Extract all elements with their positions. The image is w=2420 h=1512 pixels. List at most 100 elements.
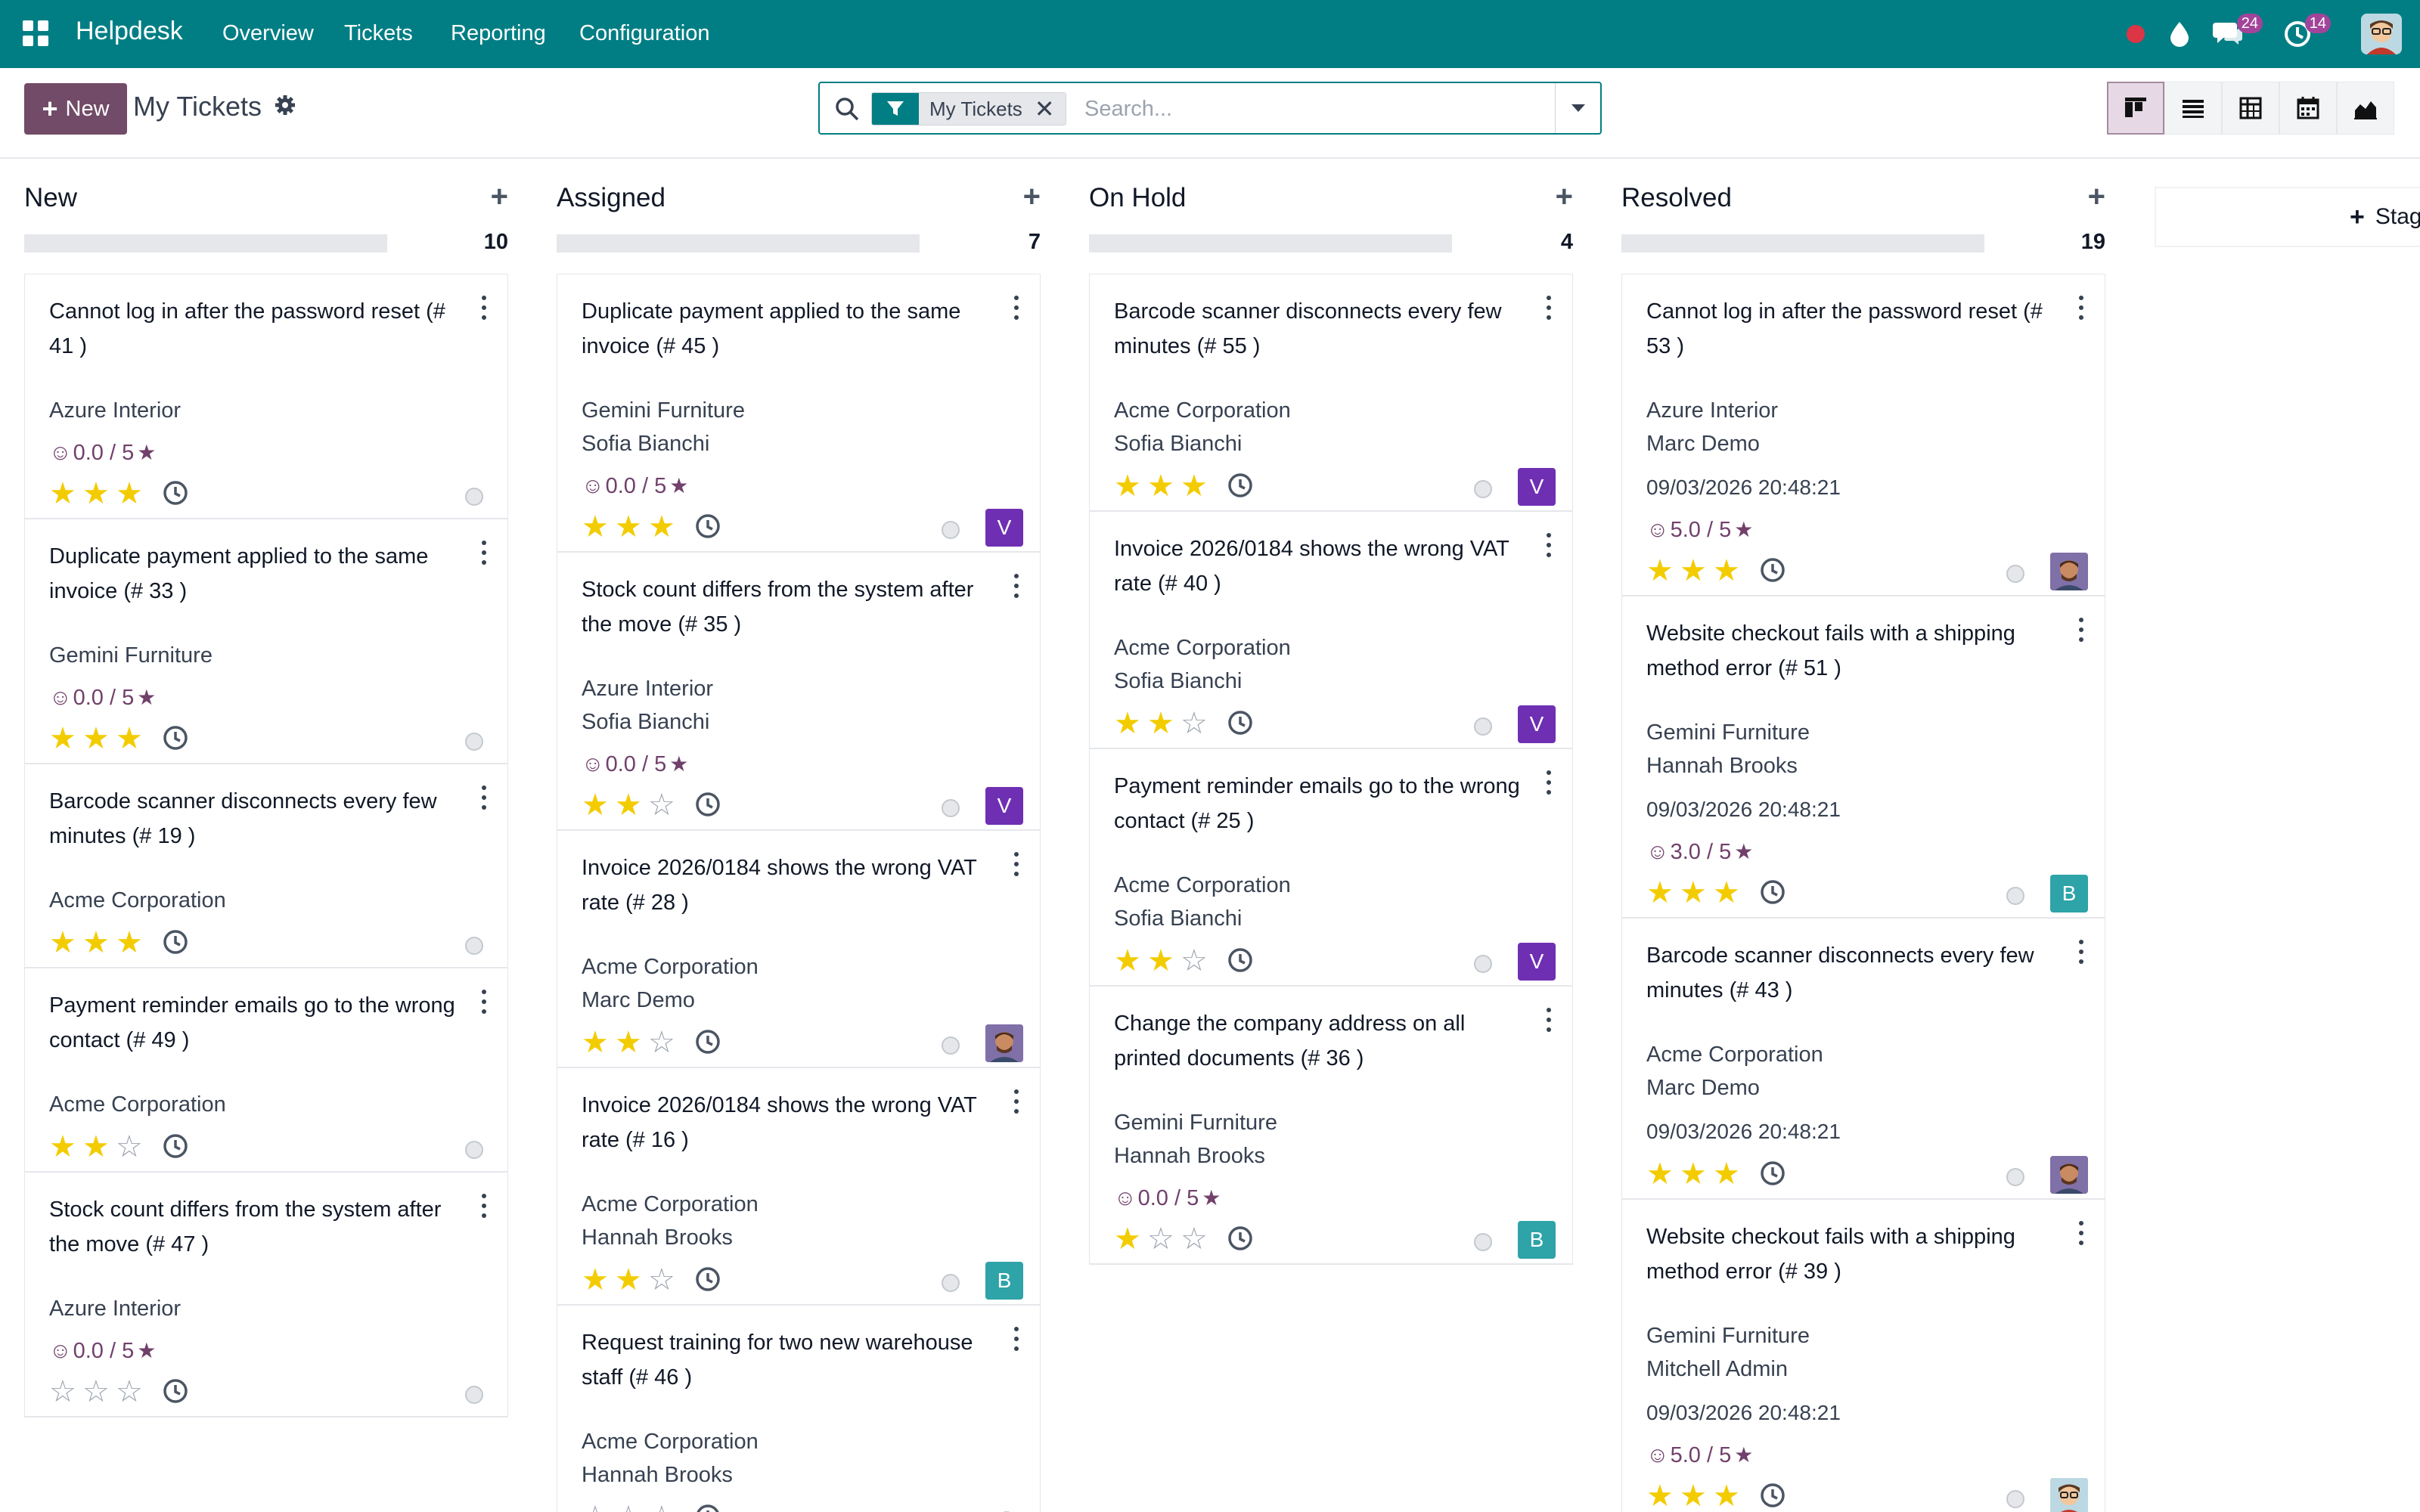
menu-overview[interactable]: Overview xyxy=(222,21,314,46)
priority-star-icon[interactable]: ★ xyxy=(1114,469,1144,503)
card-menu-icon[interactable] xyxy=(2079,940,2086,964)
card-menu-icon[interactable] xyxy=(1547,533,1554,557)
priority-star-icon[interactable]: ☆ xyxy=(1181,707,1211,740)
ticket-card[interactable]: Barcode scanner disconnects every few mi… xyxy=(1622,919,2105,1200)
quick-create-plus-icon[interactable]: + xyxy=(1023,180,1041,214)
column-progress-bar[interactable] xyxy=(1621,234,1984,253)
assignee-avatar[interactable]: B xyxy=(985,1262,1023,1300)
search-input[interactable] xyxy=(1084,92,1568,125)
priority-star-icon[interactable]: ★ xyxy=(1680,876,1710,909)
ticket-card[interactable]: Stock count differs from the system afte… xyxy=(25,1173,507,1418)
priority-star-icon[interactable]: ☆ xyxy=(116,1375,146,1408)
kanban-state-dot[interactable] xyxy=(1474,480,1492,498)
activity-clock-icon[interactable] xyxy=(693,1027,722,1056)
priority-star-icon[interactable]: ★ xyxy=(1680,1157,1710,1191)
assignee-avatar[interactable]: V xyxy=(1518,943,1556,981)
kanban-state-dot[interactable] xyxy=(465,733,483,751)
card-menu-icon[interactable] xyxy=(482,785,489,810)
priority-star-icon[interactable]: ★ xyxy=(615,1263,645,1297)
add-stage-button[interactable]: + Stag xyxy=(2155,187,2420,246)
priority-star-icon[interactable]: ★ xyxy=(49,926,79,959)
list-view-button[interactable] xyxy=(2164,82,2222,135)
card-menu-icon[interactable] xyxy=(1014,1089,1022,1114)
ticket-card[interactable]: Cannot log in after the password reset (… xyxy=(1622,274,2105,596)
priority-star-icon[interactable]: ★ xyxy=(1713,1479,1743,1512)
assignee-avatar[interactable] xyxy=(2050,1156,2088,1194)
activities-button[interactable]: 14 xyxy=(2281,14,2331,51)
activity-clock-icon[interactable] xyxy=(161,479,190,507)
ticket-card[interactable]: Invoice 2026/0184 shows the wrong VAT ra… xyxy=(1090,512,1572,749)
assignee-avatar[interactable]: V xyxy=(985,787,1023,825)
card-menu-icon[interactable] xyxy=(1014,296,1022,320)
ticket-card[interactable]: Cannot log in after the password reset (… xyxy=(25,274,507,519)
card-menu-icon[interactable] xyxy=(1014,852,1022,876)
priority-star-icon[interactable]: ★ xyxy=(82,1130,113,1163)
card-menu-icon[interactable] xyxy=(2079,1221,2086,1245)
column-progress-bar[interactable] xyxy=(24,234,387,253)
assignee-avatar[interactable] xyxy=(985,1024,1023,1062)
priority-star-icon[interactable]: ★ xyxy=(1646,1479,1677,1512)
activity-clock-icon[interactable] xyxy=(1226,471,1255,500)
activity-clock-icon[interactable] xyxy=(161,1377,190,1405)
priority-star-icon[interactable]: ★ xyxy=(1147,944,1177,978)
priority-star-icon[interactable]: ☆ xyxy=(648,1263,678,1297)
priority-star-icon[interactable]: ★ xyxy=(49,722,79,755)
close-icon[interactable]: ✕ xyxy=(1031,93,1066,125)
activity-clock-icon[interactable] xyxy=(161,928,190,956)
priority-star-icon[interactable]: ★ xyxy=(82,926,113,959)
card-menu-icon[interactable] xyxy=(2079,618,2086,642)
priority-star-icon[interactable]: ☆ xyxy=(1181,944,1211,978)
priority-star-icon[interactable]: ★ xyxy=(49,1130,79,1163)
assignee-avatar[interactable]: V xyxy=(1518,705,1556,743)
kanban-state-dot[interactable] xyxy=(942,521,960,539)
priority-star-icon[interactable]: ★ xyxy=(1680,1479,1710,1512)
priority-star-icon[interactable]: ★ xyxy=(582,510,612,544)
kanban-state-dot[interactable] xyxy=(942,799,960,817)
assignee-avatar[interactable]: V xyxy=(985,509,1023,547)
priority-star-icon[interactable]: ★ xyxy=(582,789,612,822)
assignee-avatar[interactable] xyxy=(2050,553,2088,590)
activity-clock-icon[interactable] xyxy=(1226,708,1255,737)
priority-star-icon[interactable]: ☆ xyxy=(582,1501,612,1512)
search-options-toggle[interactable] xyxy=(1555,83,1600,133)
ticket-card[interactable]: Barcode scanner disconnects every few mi… xyxy=(1090,274,1572,512)
kanban-state-dot[interactable] xyxy=(465,1386,483,1404)
ticket-card[interactable]: Change the company address on all printe… xyxy=(1090,987,1572,1265)
priority-star-icon[interactable]: ★ xyxy=(582,1263,612,1297)
kanban-state-dot[interactable] xyxy=(2006,1168,2024,1186)
menu-reporting[interactable]: Reporting xyxy=(451,21,546,46)
kanban-state-dot[interactable] xyxy=(1474,717,1492,736)
card-menu-icon[interactable] xyxy=(1014,1327,1022,1351)
priority-star-icon[interactable]: ☆ xyxy=(116,1130,146,1163)
kanban-state-dot[interactable] xyxy=(2006,565,2024,583)
kanban-view-button[interactable] xyxy=(2107,82,2164,135)
priority-star-icon[interactable]: ★ xyxy=(615,789,645,822)
priority-star-icon[interactable]: ★ xyxy=(1114,1222,1144,1256)
ticket-card[interactable]: Invoice 2026/0184 shows the wrong VAT ra… xyxy=(557,831,1040,1068)
recording-indicator[interactable] xyxy=(2121,17,2151,51)
activity-clock-icon[interactable] xyxy=(1758,878,1787,906)
priority-star-icon[interactable]: ★ xyxy=(1114,944,1144,978)
ticket-card[interactable]: Request training for two new warehouse s… xyxy=(557,1306,1040,1512)
activity-clock-icon[interactable] xyxy=(693,1265,722,1294)
kanban-state-dot[interactable] xyxy=(2006,887,2024,905)
card-menu-icon[interactable] xyxy=(1547,770,1554,795)
priority-star-icon[interactable]: ★ xyxy=(615,1026,645,1059)
priority-star-icon[interactable]: ☆ xyxy=(1147,1222,1177,1256)
ticket-card[interactable]: Website checkout fails with a shipping m… xyxy=(1622,1200,2105,1512)
ticket-card[interactable]: Invoice 2026/0184 shows the wrong VAT ra… xyxy=(557,1068,1040,1306)
kanban-state-dot[interactable] xyxy=(465,937,483,955)
priority-star-icon[interactable]: ☆ xyxy=(648,1501,678,1512)
user-avatar[interactable] xyxy=(2361,14,2402,54)
kanban-state-dot[interactable] xyxy=(1474,1233,1492,1251)
ticket-card[interactable]: Website checkout fails with a shipping m… xyxy=(1622,596,2105,919)
card-menu-icon[interactable] xyxy=(1547,296,1554,320)
gear-icon[interactable] xyxy=(274,94,296,116)
app-brand[interactable]: Helpdesk xyxy=(76,17,183,46)
priority-star-icon[interactable]: ☆ xyxy=(648,789,678,822)
priority-star-icon[interactable]: ★ xyxy=(582,1026,612,1059)
column-progress-bar[interactable] xyxy=(557,234,920,253)
activity-clock-icon[interactable] xyxy=(693,790,722,819)
kanban-state-dot[interactable] xyxy=(2006,1490,2024,1508)
priority-star-icon[interactable]: ★ xyxy=(1680,554,1710,587)
